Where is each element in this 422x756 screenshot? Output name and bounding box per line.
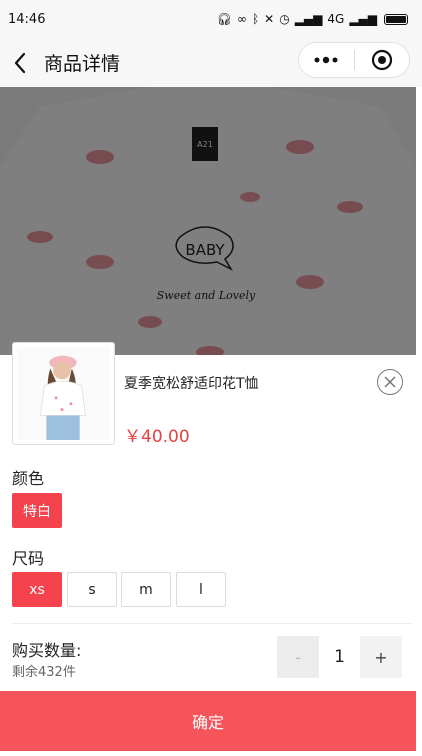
quantity-plus-button[interactable]: + xyxy=(360,636,402,678)
right-edge xyxy=(416,87,422,355)
size-label: 尺码 xyxy=(12,549,45,568)
back-button[interactable] xyxy=(0,38,40,87)
product-name: 夏季宽松舒适印花T恤 xyxy=(124,376,259,392)
chevron-left-icon xyxy=(14,52,26,73)
modal-mask[interactable] xyxy=(0,87,416,355)
size-option-s[interactable]: s xyxy=(67,572,117,607)
color-option-0[interactable]: 特白 xyxy=(12,493,62,528)
size-option-xs[interactable]: xs xyxy=(12,572,62,607)
mute-icon: ✕ xyxy=(264,12,275,26)
product-price: ￥40.00 xyxy=(124,427,190,447)
quantity-minus-button[interactable]: - xyxy=(277,636,319,678)
link-icon: ∞ xyxy=(236,12,247,26)
more-dots-icon xyxy=(314,56,338,64)
signal-icon-2: ▂▄▆ xyxy=(349,12,377,26)
network-type: 4G xyxy=(327,12,345,26)
signal-icon: ▂▄▆ xyxy=(294,12,323,26)
size-option-l[interactable]: l xyxy=(176,572,226,607)
status-icons: 🎧︎ ∞ ᛒ ✕ ◷ ▂▄▆ 4G ▂▄▆ xyxy=(217,12,408,26)
page-title: 商品详情 xyxy=(44,53,121,75)
close-icon xyxy=(384,376,396,388)
headphones-icon: 🎧︎ xyxy=(216,12,232,26)
miniprogram-capsule xyxy=(298,42,410,78)
target-icon xyxy=(371,49,392,71)
status-bar: 14:46 🎧︎ ∞ ᛒ ✕ ◷ ▂▄▆ 4G ▂▄▆ xyxy=(0,0,422,38)
sku-sheet: 夏季宽松舒适印花T恤 ￥40.00 颜色 特白 尺码 xs s m l 购买数量… xyxy=(0,342,422,756)
close-button[interactable] xyxy=(377,369,403,395)
more-button[interactable] xyxy=(299,43,354,77)
bluetooth-icon: ᛒ xyxy=(251,12,260,26)
battery-icon xyxy=(384,13,408,25)
confirm-button[interactable]: 确定 xyxy=(0,691,416,751)
alarm-icon: ◷ xyxy=(279,12,290,26)
color-label: 颜色 xyxy=(12,469,45,488)
product-thumbnail xyxy=(12,342,115,445)
size-option-m[interactable]: m xyxy=(121,572,171,607)
close-miniprogram-button[interactable] xyxy=(355,43,410,77)
quantity-value[interactable]: 1 xyxy=(319,636,360,678)
status-time: 14:46 xyxy=(8,11,46,27)
section-divider xyxy=(12,623,412,624)
stock-count: 剩余432件 xyxy=(12,665,76,680)
model-photo xyxy=(17,347,110,440)
quantity-label: 购买数量: xyxy=(12,641,82,660)
nav-bar: 商品详情 xyxy=(0,38,422,87)
